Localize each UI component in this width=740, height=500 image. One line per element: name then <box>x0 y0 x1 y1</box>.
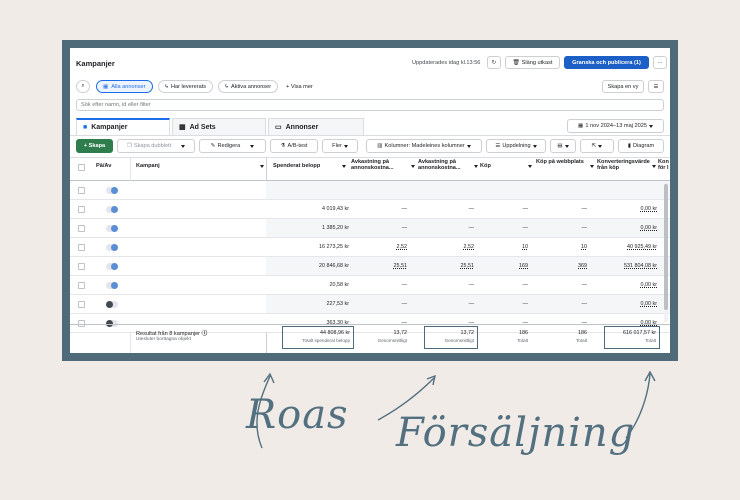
annotation-roas: Roas <box>246 392 349 438</box>
annotation-sales: Försäljning <box>396 410 636 456</box>
